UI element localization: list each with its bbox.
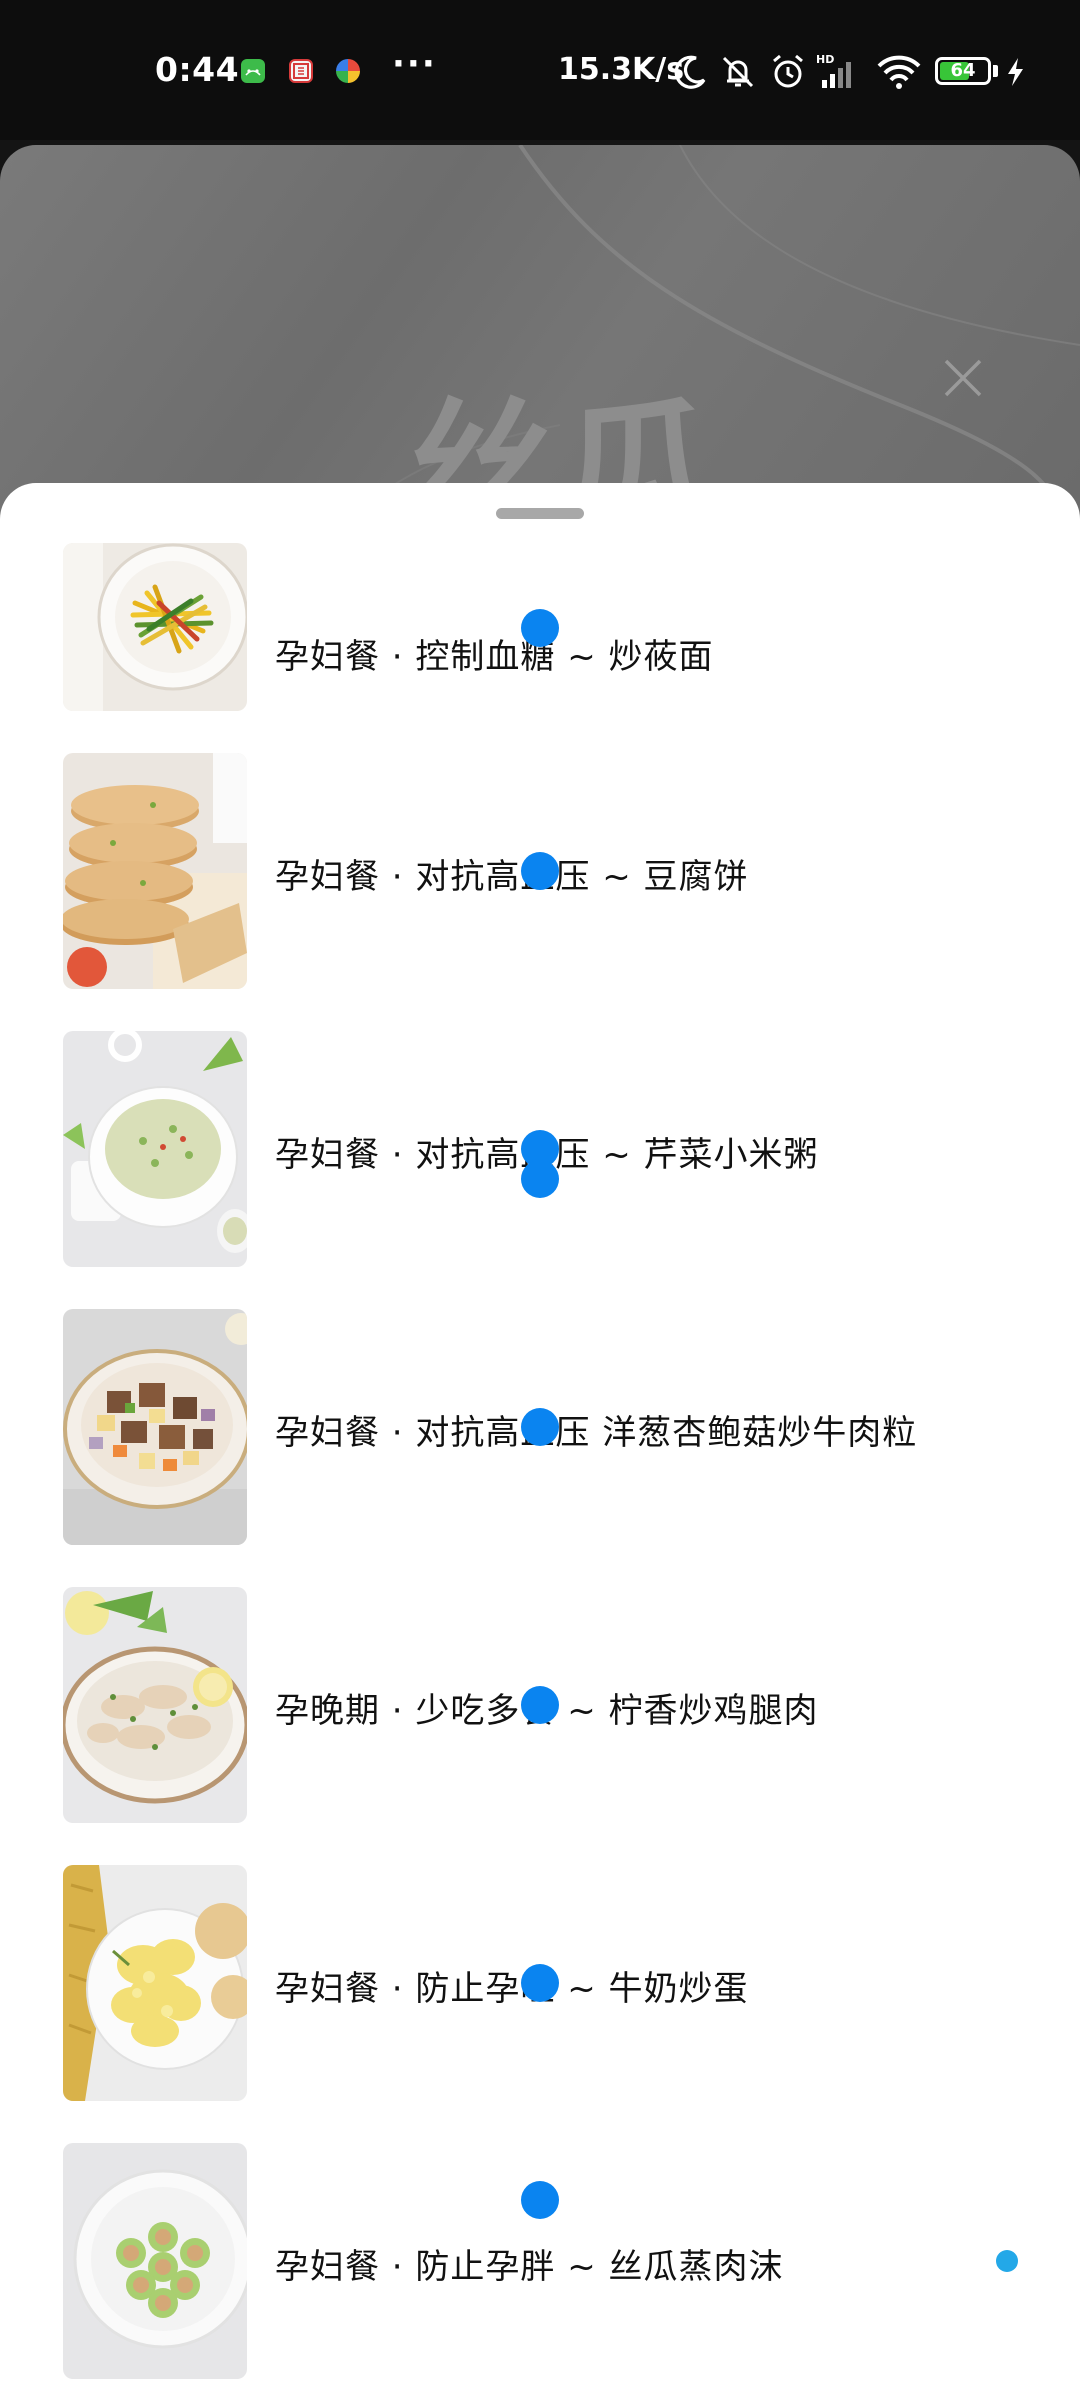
recipe-title: 孕妇餐 · 防止孕吐 ~ 牛奶炒蛋 xyxy=(275,1969,749,2009)
close-icon[interactable] xyxy=(940,355,986,401)
svg-text:HD: HD xyxy=(816,53,834,66)
moon-icon xyxy=(670,52,710,92)
touch-indicator xyxy=(996,2250,1018,2272)
recipe-title: 孕妇餐 · 对抗高血压 ~ 豆腐饼 xyxy=(275,857,749,897)
drag-handle[interactable] xyxy=(496,508,584,519)
network-speed: 15.3K/s xyxy=(558,52,685,87)
recipe-thumbnail xyxy=(63,1309,247,1545)
touch-indicator xyxy=(521,1964,559,2002)
touch-indicator xyxy=(521,2181,559,2219)
more-dots-icon: ··· xyxy=(392,44,437,84)
touch-indicator xyxy=(521,852,559,890)
touch-indicator xyxy=(521,1160,559,1198)
recipe-thumbnail xyxy=(63,2143,247,2379)
recipe-title: 孕妇餐 · 防止孕胖 ~ 丝瓜蒸肉沫 xyxy=(275,2247,784,2287)
status-time: 0:44 xyxy=(155,50,240,89)
alarm-icon xyxy=(768,52,808,92)
hd-signal-icon: HD xyxy=(816,52,864,92)
charging-icon xyxy=(1004,52,1026,92)
recipe-thumbnail xyxy=(63,543,247,711)
colorful-app-icon xyxy=(336,59,360,83)
calendar-app-icon xyxy=(289,59,313,83)
android-app-icon xyxy=(241,59,265,83)
battery-level-text: 64 xyxy=(950,60,976,81)
touch-indicator xyxy=(521,1686,559,1724)
recipe-title: 孕妇餐 · 对抗高血压 洋葱杏鲍菇炒牛肉粒 xyxy=(275,1413,918,1453)
wifi-icon xyxy=(876,52,922,92)
status-bar: 0:44 ··· 15.3K/s HD 64 xyxy=(0,0,1080,140)
recipe-thumbnail xyxy=(63,753,247,989)
screen: 0:44 ··· 15.3K/s HD 64 丝瓜 孕妇餐 · 控制血糖 ~ 炒… xyxy=(0,0,1080,2400)
recipe-thumbnail xyxy=(63,1031,247,1267)
battery-icon: 64 xyxy=(935,57,991,85)
list-item[interactable]: 孕妇餐 · 控制血糖 ~ 炒莜面 xyxy=(0,543,1080,783)
recipe-title: 孕妇餐 · 控制血糖 ~ 炒莜面 xyxy=(275,637,714,677)
touch-indicator xyxy=(521,609,559,647)
recipe-thumbnail xyxy=(63,1587,247,1823)
battery-cap xyxy=(993,65,998,77)
list-item[interactable]: 孕妇餐 · 防止孕胖 ~ 丝瓜蒸肉沫 xyxy=(0,2143,1080,2383)
touch-indicator xyxy=(521,1408,559,1446)
mute-bell-icon xyxy=(718,52,758,92)
recipe-thumbnail xyxy=(63,1865,247,2101)
